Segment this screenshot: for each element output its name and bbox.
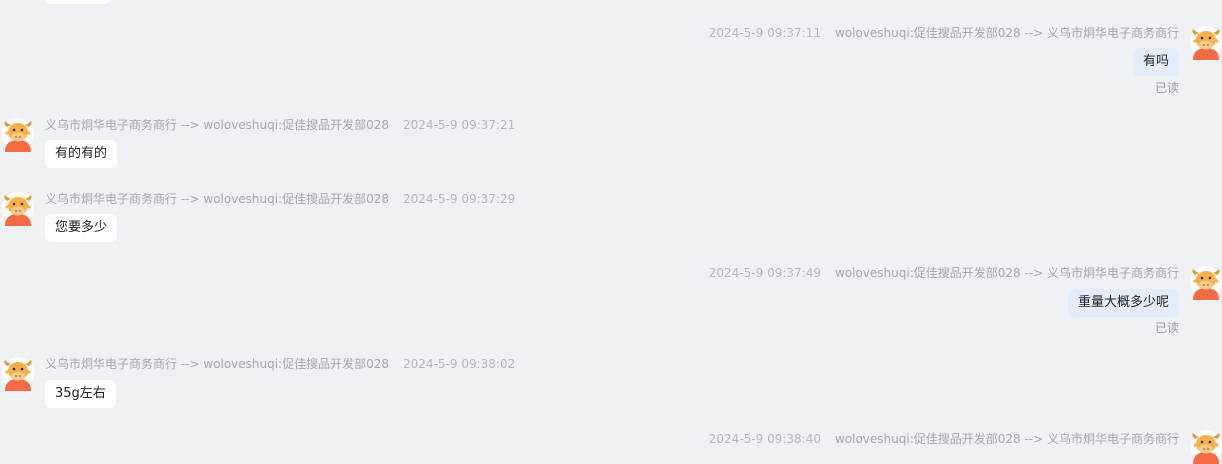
message-bubble[interactable]: 您要多少 (45, 214, 118, 242)
message-meta: 义乌市炯华电子商务商行 --> woloveshuqi:促佳搜品开发部028 20… (45, 116, 515, 133)
message-time: 2024-5-9 09:37:11 (708, 26, 821, 40)
message-bubble[interactable]: 35g左右 (45, 380, 116, 408)
message-bubble[interactable]: 重量大概多少呢 (1067, 289, 1179, 317)
message-time: 2024-5-9 09:38:40 (708, 432, 821, 446)
message-time: 2024-5-9 09:37:29 (403, 192, 516, 206)
message-meta: 2024-5-9 09:37:49 woloveshuqi:促佳搜品开发部028 … (709, 264, 1179, 281)
message-route: woloveshuqi:促佳搜品开发部028 --> 义乌市炯华电子商务商行 (834, 266, 1179, 280)
avatar-icon[interactable] (1190, 24, 1222, 60)
avatar-icon[interactable] (2, 355, 34, 391)
read-status: 已读 (1154, 321, 1179, 335)
message-time: 2024-5-9 09:37:21 (403, 118, 516, 132)
avatar-icon[interactable] (1190, 264, 1222, 300)
avatar-icon[interactable] (2, 116, 34, 152)
avatar-icon[interactable] (1190, 428, 1222, 464)
message-bubble[interactable]: 有吗 (1132, 48, 1179, 76)
message-time: 2024-5-9 09:37:49 (708, 266, 821, 280)
message-bubble[interactable]: 有的有的 (45, 140, 118, 168)
message-meta: 义乌市炯华电子商务商行 --> woloveshuqi:促佳搜品开发部028 20… (45, 355, 515, 372)
message-route: 义乌市炯华电子商务商行 --> woloveshuqi:促佳搜品开发部028 (45, 118, 390, 132)
partial-message-bubble (45, 0, 111, 4)
read-status: 已读 (1154, 81, 1179, 95)
message-route: woloveshuqi:促佳搜品开发部028 --> 义乌市炯华电子商务商行 (834, 432, 1179, 446)
message-time: 2024-5-9 09:38:02 (403, 357, 516, 371)
message-meta: 2024-5-9 09:37:11 woloveshuqi:促佳搜品开发部028 … (709, 24, 1179, 41)
message-route: woloveshuqi:促佳搜品开发部028 --> 义乌市炯华电子商务商行 (834, 26, 1179, 40)
avatar-icon[interactable] (2, 190, 34, 226)
message-meta: 义乌市炯华电子商务商行 --> woloveshuqi:促佳搜品开发部028 20… (45, 190, 515, 207)
message-route: 义乌市炯华电子商务商行 --> woloveshuqi:促佳搜品开发部028 (45, 357, 390, 371)
message-route: 义乌市炯华电子商务商行 --> woloveshuqi:促佳搜品开发部028 (45, 192, 390, 206)
message-meta: 2024-5-9 09:38:40 woloveshuqi:促佳搜品开发部028 … (709, 430, 1179, 447)
